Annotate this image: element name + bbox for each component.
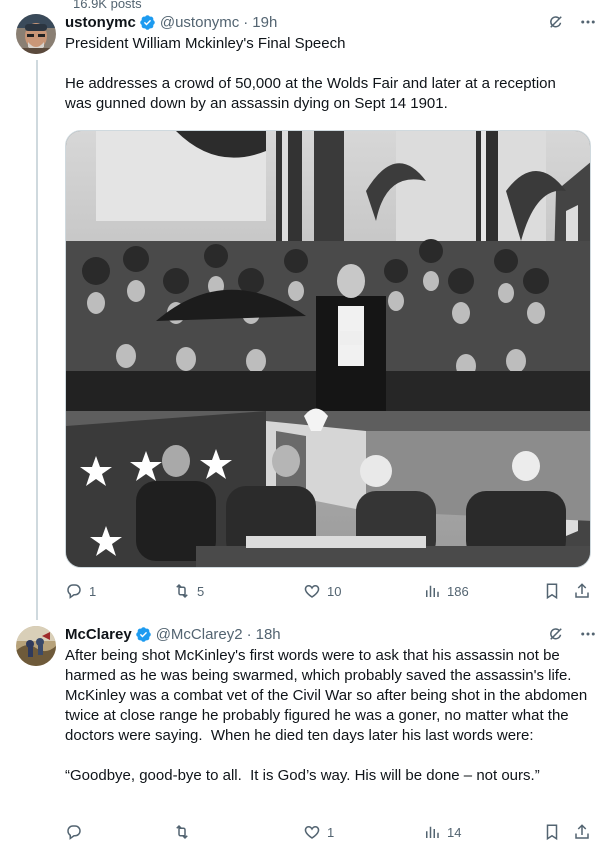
display-name[interactable]: ustonymc [65, 14, 136, 31]
repost-icon [173, 582, 191, 600]
like-icon [303, 823, 321, 841]
display-name[interactable]: McClarey [65, 626, 132, 643]
post-text: President William Mckinley's Final Speec… [65, 35, 556, 112]
bookmark-icon [543, 823, 561, 841]
share-button[interactable] [573, 823, 591, 841]
avatar[interactable] [16, 14, 56, 54]
like-icon [303, 582, 321, 600]
bookmark-button[interactable] [543, 823, 561, 841]
reply-count: 1 [89, 583, 97, 599]
separator-dot: · [243, 13, 249, 31]
post-action-bar: 1 5 10 186 [65, 582, 591, 602]
like-button[interactable]: 1 [303, 823, 334, 841]
thread-connector-line [36, 60, 38, 620]
post-timestamp[interactable]: 19h [252, 14, 277, 31]
post-text: After being shot McKinley's first words … [65, 647, 588, 784]
views-icon [423, 823, 441, 841]
post-header: McClarey @McClarey2 · 18h [65, 624, 597, 644]
post-action-bar: 1 14 [65, 823, 591, 843]
repost-button[interactable] [173, 823, 197, 841]
bookmark-button[interactable] [543, 582, 561, 600]
post-header: ustonymc @ustonymc · 19h [65, 12, 597, 32]
separator-dot: · [246, 625, 252, 643]
views-button[interactable]: 14 [423, 823, 461, 841]
more-icon[interactable] [579, 13, 597, 31]
reply-icon [65, 582, 83, 600]
repost-button[interactable]: 5 [173, 582, 204, 600]
user-handle[interactable]: @McClarey2 [156, 626, 243, 643]
post-photo[interactable] [65, 130, 591, 568]
repost-count: 5 [197, 583, 205, 599]
previous-post-fragment: 16.9K posts [73, 0, 142, 11]
reply-button[interactable]: 1 [65, 582, 96, 600]
verified-badge-icon [135, 626, 152, 643]
post-timestamp[interactable]: 18h [256, 626, 281, 643]
like-count: 10 [327, 583, 342, 599]
views-count: 186 [447, 583, 469, 599]
like-button[interactable]: 10 [303, 582, 341, 600]
verified-badge-icon [139, 14, 156, 31]
reply-button[interactable] [65, 823, 89, 841]
share-icon [573, 823, 591, 841]
share-button[interactable] [573, 582, 591, 600]
grok-icon[interactable] [547, 13, 565, 31]
more-icon[interactable] [579, 625, 597, 643]
grok-icon[interactable] [547, 625, 565, 643]
views-icon [423, 582, 441, 600]
avatar[interactable] [16, 626, 56, 666]
views-button[interactable]: 186 [423, 582, 469, 600]
share-icon [573, 582, 591, 600]
repost-icon [173, 823, 191, 841]
bookmark-icon [543, 582, 561, 600]
views-count: 14 [447, 824, 462, 840]
like-count: 1 [327, 824, 335, 840]
reply-icon [65, 823, 83, 841]
user-handle[interactable]: @ustonymc [160, 14, 239, 31]
